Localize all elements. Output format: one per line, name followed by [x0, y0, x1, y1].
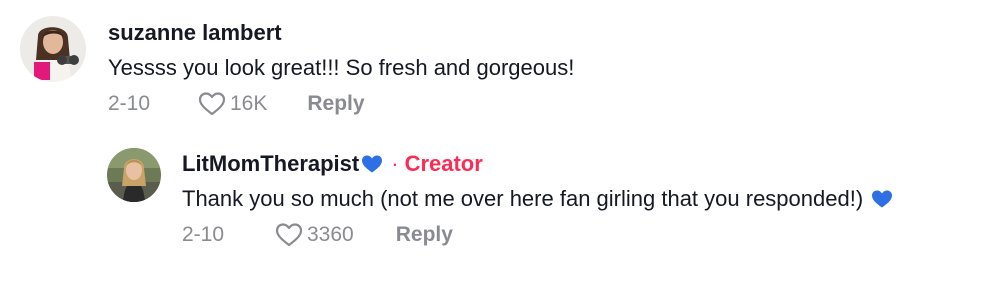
avatar-image: [107, 148, 161, 202]
reply-button[interactable]: Reply: [307, 90, 364, 118]
blue-heart-icon: [361, 154, 383, 174]
comment-text: Yessss you look great!!! So fresh and go…: [108, 55, 575, 80]
heart-outline-icon: [198, 92, 226, 116]
like-button[interactable]: 3360: [275, 221, 354, 249]
avatar[interactable]: [107, 148, 161, 202]
blue-heart-icon: [871, 189, 893, 209]
comment: suzanne lambert Yessss you look great!!!…: [20, 16, 574, 118]
comment-meta: 2-10 16K Reply: [108, 90, 574, 118]
reply-button[interactable]: Reply: [396, 221, 453, 249]
like-button[interactable]: 16K: [198, 90, 267, 118]
comment-author[interactable]: suzanne lambert: [108, 20, 282, 46]
reply-comment: LitMomTherapist · Creator Thank you so m…: [107, 148, 893, 249]
like-count: 16K: [230, 92, 268, 115]
comment-author-row: suzanne lambert: [108, 20, 574, 46]
avatar[interactable]: [20, 16, 86, 82]
reply-meta: 2-10 3360 Reply: [182, 221, 893, 249]
separator: ·: [391, 151, 399, 176]
reply-author-row: LitMomTherapist · Creator: [182, 151, 893, 177]
like-count: 3360: [307, 223, 354, 246]
reply-author[interactable]: LitMomTherapist: [182, 151, 359, 177]
reply-date: 2-10: [182, 223, 225, 246]
avatar-image: [20, 16, 86, 82]
comment-body: suzanne lambert Yessss you look great!!!…: [108, 20, 574, 118]
heart-outline-icon: [275, 223, 303, 247]
reply-text-row: Thank you so much (not me over here fan …: [182, 185, 893, 213]
reply-text: Thank you so much (not me over here fan …: [182, 186, 864, 211]
reply-body: LitMomTherapist · Creator Thank you so m…: [182, 151, 893, 249]
comment-date: 2-10: [108, 92, 151, 115]
creator-badge: Creator: [404, 151, 483, 176]
